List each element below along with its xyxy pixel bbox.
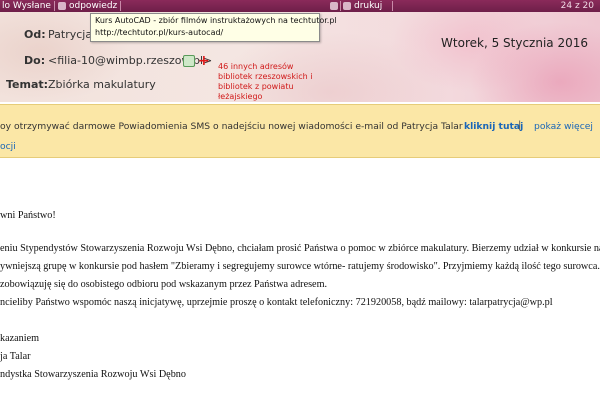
toolbar-separator <box>340 1 341 11</box>
toolbar-separator <box>54 1 55 11</box>
tooltip-url: http://techtutor.pl/kurs-autocad/ <box>95 28 224 37</box>
annotation-line: łeżajskiego <box>218 92 263 101</box>
toolbar-separator <box>392 1 393 11</box>
body-signature-name: ja Talar <box>0 351 31 362</box>
link-tooltip: Kurs AutoCAD - zbiór filmów instruktażow… <box>90 13 337 42</box>
sms-notification-bar: oy otrzymywać darmowe Powiadomienia SMS … <box>0 104 600 158</box>
reply-icon[interactable] <box>58 2 66 10</box>
message-date: Wtorek, 5 Stycznia 2016 <box>441 36 588 50</box>
forward-icon[interactable] <box>330 2 338 10</box>
to-label: Do: <box>24 54 46 67</box>
subject-value: Zbiórka makulatury <box>48 78 156 91</box>
body-contact-line: ncieliby Państwo wspomóc naszą inicjatyw… <box>0 297 553 308</box>
sms-separator: | <box>518 120 522 131</box>
add-contact-icon[interactable]: + <box>198 54 210 68</box>
toolbar-print[interactable]: drukuj <box>354 0 382 12</box>
annotation-line: 46 innych adresów <box>218 62 294 71</box>
page-indicator: 24 z 20 <box>560 1 594 11</box>
show-more-continuation[interactable]: ocji <box>0 141 16 152</box>
body-greeting: wni Państwo! <box>0 210 56 221</box>
tooltip-title: Kurs AutoCAD - zbiór filmów instruktażow… <box>95 16 337 25</box>
annotation-line: bibliotek z powiatu <box>218 82 294 91</box>
toolbar-sent[interactable]: lo Wysłane <box>2 0 51 12</box>
body-paragraph-line: zobowiązuję się do osobistego odbioru po… <box>0 279 328 290</box>
annotation-line: bibliotek rzeszowskich i <box>218 72 313 81</box>
print-icon[interactable] <box>343 2 351 10</box>
show-more-link[interactable]: pokaż więcej <box>534 121 593 132</box>
sms-text: oy otrzymywać darmowe Powiadomienia SMS … <box>0 121 463 132</box>
toolbar: lo Wysłane odpowiedz drukuj 24 z 20 <box>0 0 600 12</box>
click-here-link[interactable]: kliknij tutaj <box>464 121 523 132</box>
contact-card-icon[interactable] <box>183 55 195 67</box>
toolbar-reply[interactable]: odpowiedz <box>69 0 117 12</box>
body-closing: kazaniem <box>0 333 40 344</box>
toolbar-separator <box>120 1 121 11</box>
subject-label: Temat: <box>6 78 49 91</box>
annotation-note: 46 innych adresów bibliotek rzeszowskich… <box>218 62 338 102</box>
body-paragraph-line: eniu Stypendystów Stowarzyszenia Rozwoju… <box>0 243 600 254</box>
body-signature-title: ndystka Stowarzyszenia Rozwoju Wsi Dębno <box>0 369 186 380</box>
body-paragraph-line: ywniejszą grupę w konkursie pod hasłem "… <box>0 261 600 272</box>
from-label: Od: <box>24 28 46 41</box>
